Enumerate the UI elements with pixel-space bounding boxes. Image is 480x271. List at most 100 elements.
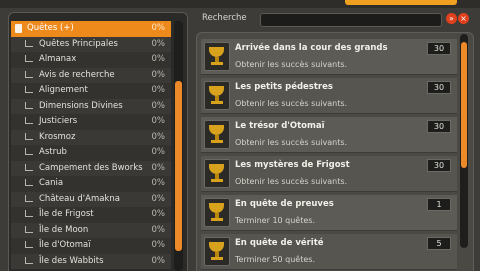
achievement-points: 30 (427, 120, 451, 133)
category-percent: 0% (151, 54, 166, 64)
achievement-description: Obtenir les succès suivants. (235, 138, 348, 147)
tree-branch-icon (25, 179, 33, 186)
achievement-description: Terminer 10 quêtes. (235, 216, 315, 225)
category-percent: 0% (151, 162, 166, 173)
achievement-title: Les mystères de Frigost (235, 160, 350, 170)
category-item[interactable]: Quêtes Principales 0% (11, 36, 171, 52)
category-item[interactable]: Île de Frigost 0% (11, 207, 171, 223)
category-item[interactable]: Campement des Bworks 0% (11, 160, 171, 176)
category-panel: Quêtes (+) 0% Quêtes Principales 0% Alman… (8, 12, 188, 271)
tree-branch-icon (25, 194, 33, 202)
achievement-description: Obtenir les succès suivants. (235, 177, 348, 186)
category-percent: 0% (151, 69, 166, 80)
trophy-icon (204, 159, 230, 188)
category-percent: 0% (151, 85, 166, 95)
achievement-row[interactable]: Le trésor d'Otomaï Obtenir les succès su… (201, 117, 457, 153)
category-label: Île d'Otomaï (39, 240, 91, 250)
tree-branch-icon (25, 117, 33, 124)
achievement-title: Le trésor d'Otomaï (235, 121, 325, 131)
category-label: Quêtes Principales (39, 38, 118, 49)
trophy-icon (204, 81, 230, 110)
achievement-row[interactable]: Arrivée dans la cour des grands Obtenir … (201, 39, 457, 75)
tree-branch-icon (25, 39, 33, 47)
category-item[interactable]: Dimensions Divines 0% (11, 98, 171, 114)
category-label: Campement des Bworks (39, 162, 143, 173)
tree-branch-icon (25, 70, 33, 78)
achievement-row[interactable]: En quête de vérité Terminer 50 quêtes. 5 (201, 234, 457, 270)
tree-branch-icon (25, 163, 33, 171)
trophy-icon (204, 120, 230, 149)
category-label: Île de Moon (39, 224, 89, 235)
close-button[interactable]: × (458, 13, 469, 24)
tree-branch-icon (25, 210, 33, 217)
tree-branch-icon (25, 86, 33, 93)
achievement-list: Arrivée dans la cour des grands Obtenir … (196, 32, 474, 271)
category-percent: 0% (151, 209, 166, 219)
category-item[interactable]: Château d'Amakna 0% (11, 191, 171, 207)
achievement-description: Obtenir les succès suivants. (235, 60, 348, 69)
category-percent: 0% (151, 147, 166, 157)
category-label: Cania (39, 178, 64, 188)
category-percent: 0% (151, 131, 166, 142)
achievement-row[interactable]: Les mystères de Frigost Obtenir les succ… (201, 156, 457, 192)
category-item[interactable]: Île de Moon 0% (11, 222, 171, 238)
achievement-title: En quête de preuves (235, 199, 334, 209)
category-list: Quêtes (+) 0% Quêtes Principales 0% Alman… (11, 21, 171, 269)
category-item[interactable]: Almanax 0% (11, 52, 171, 68)
achievement-list-inner: Arrivée dans la cour des grands Obtenir … (197, 39, 467, 271)
category-percent: 0% (151, 193, 166, 204)
achievement-points: 30 (427, 81, 451, 94)
achievement-points: 5 (427, 237, 451, 250)
category-percent: 0% (151, 23, 166, 33)
category-percent: 0% (151, 240, 166, 250)
tree-branch-icon (25, 101, 33, 109)
category-item[interactable]: Astrub 0% (11, 145, 171, 161)
category-label: Avis de recherche (39, 69, 115, 80)
achievement-description: Terminer 50 quêtes. (235, 255, 315, 264)
trophy-icon (204, 198, 230, 227)
expand-button[interactable]: » (446, 13, 457, 24)
category-percent: 0% (151, 38, 166, 49)
category-percent: 0% (151, 178, 166, 188)
achievement-scrollbar-thumb[interactable] (461, 42, 467, 168)
category-label: Almanax (39, 54, 77, 64)
category-scrollbar-thumb[interactable] (175, 81, 182, 251)
category-item[interactable]: Justiciers 0% (11, 114, 171, 130)
achievement-title: Arrivée dans la cour des grands (235, 43, 388, 53)
category-item[interactable]: Avis de recherche 0% (11, 67, 171, 83)
category-label: Île des Wabbits (39, 255, 104, 266)
category-item[interactable]: Cania 0% (11, 176, 171, 192)
achievement-title: En quête de vérité (235, 238, 324, 248)
tree-branch-icon (25, 241, 33, 248)
search-input[interactable] (260, 13, 442, 27)
category-item-quetes[interactable]: Quêtes (+) 0% (11, 21, 171, 37)
achievement-points: 1 (427, 198, 451, 211)
book-icon (15, 24, 22, 33)
category-label: Alignement (39, 85, 88, 95)
tree-branch-icon (25, 225, 33, 233)
category-item[interactable]: Île des Wabbits 0% (11, 253, 171, 269)
tree-branch-icon (25, 148, 33, 155)
category-label: Krosmoz (39, 131, 76, 142)
category-item[interactable]: Île d'Otomaï 0% (11, 238, 171, 254)
category-item[interactable]: Krosmoz 0% (11, 129, 171, 145)
achievement-description: Obtenir les succès suivants. (235, 99, 348, 108)
category-percent: 0% (151, 255, 166, 266)
category-label: Château d'Amakna (39, 193, 120, 204)
category-percent: 0% (151, 116, 166, 126)
category-item[interactable]: Alignement 0% (11, 83, 171, 99)
achievement-row[interactable]: Les petits pédestres Obtenir les succès … (201, 78, 457, 114)
achievement-panel: Recherche » × Arrivée dans la cour des g… (196, 10, 474, 271)
achievement-row[interactable]: En quête de preuves Terminer 10 quêtes. … (201, 195, 457, 231)
category-label: Île de Frigost (39, 209, 94, 219)
trophy-icon (204, 237, 230, 266)
trophy-icon (204, 42, 230, 71)
category-label: Astrub (39, 147, 67, 157)
category-label: Quêtes (+) (27, 23, 74, 33)
tree-branch-icon (25, 55, 33, 62)
tree-branch-icon (25, 132, 33, 140)
achievement-points: 30 (427, 42, 451, 55)
category-label: Dimensions Divines (39, 100, 123, 111)
category-percent: 0% (151, 224, 166, 235)
top-tab-highlight (345, 0, 457, 5)
